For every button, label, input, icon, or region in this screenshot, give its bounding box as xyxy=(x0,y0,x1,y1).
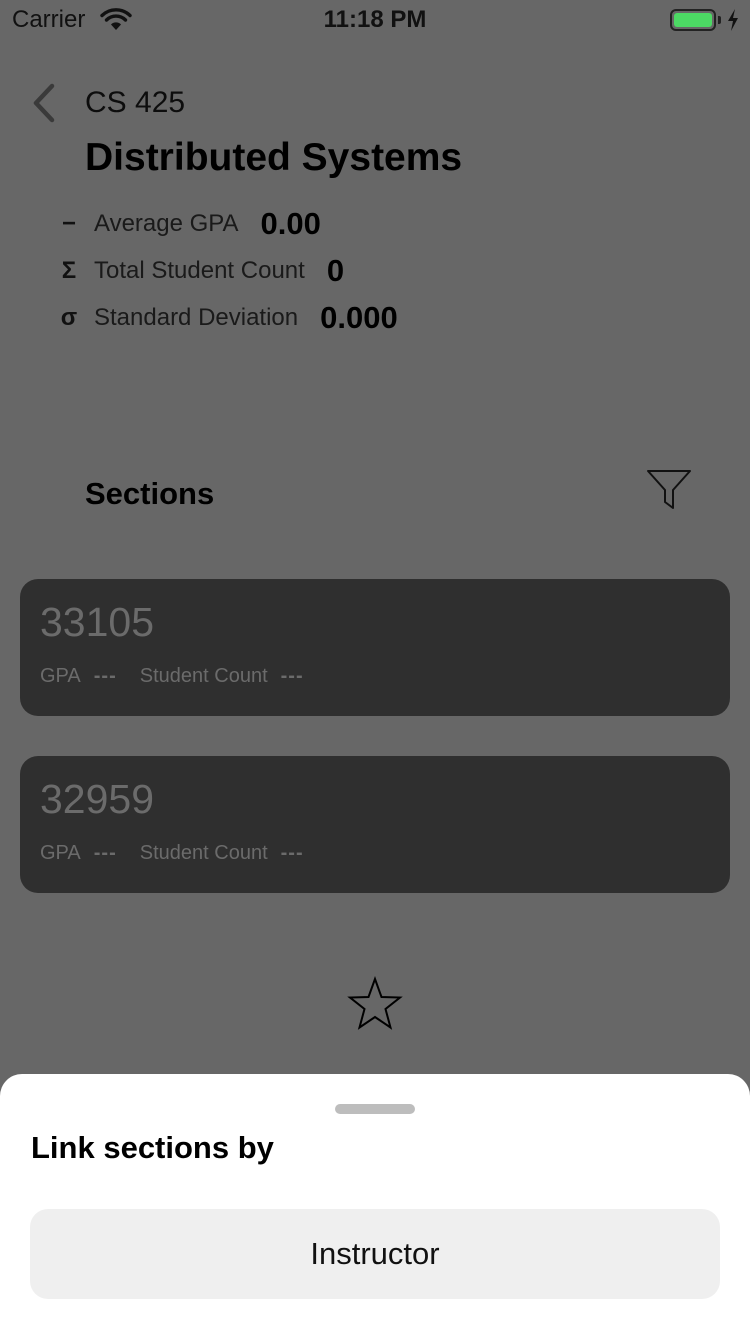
sheet-grabber[interactable] xyxy=(335,1104,415,1114)
section-card[interactable]: 32959 GPA --- Student Count --- xyxy=(20,756,730,893)
minus-icon: − xyxy=(61,210,76,237)
favorite-button[interactable] xyxy=(347,976,403,1032)
gpa-value: --- xyxy=(93,842,117,864)
stat-total-student-count: Σ Total Student Count 0 xyxy=(58,253,344,289)
stat-value: 0.000 xyxy=(320,300,398,335)
stat-label: Average GPA xyxy=(94,210,239,237)
sections-heading: Sections xyxy=(85,476,215,511)
stat-value: 0.00 xyxy=(260,206,321,241)
stat-value: 0 xyxy=(326,253,345,288)
sheet-title: Link sections by xyxy=(31,1130,274,1165)
section-meta: GPA --- Student Count --- xyxy=(40,665,304,688)
filter-icon xyxy=(647,470,691,509)
chevron-left-icon xyxy=(33,83,55,123)
filter-button[interactable] xyxy=(646,468,692,512)
sigma-lowercase-icon: σ xyxy=(60,304,78,331)
status-bar: Carrier 11:18 PM xyxy=(0,0,750,40)
battery-level xyxy=(674,13,712,27)
bottom-sheet: Link sections by Instructor xyxy=(0,1074,750,1334)
student-count-value: --- xyxy=(280,842,304,864)
clock: 11:18 PM xyxy=(323,6,427,33)
sigma-icon: Σ xyxy=(61,257,77,284)
battery-icon xyxy=(670,9,716,31)
instructor-option-button[interactable]: Instructor xyxy=(30,1209,720,1299)
back-button[interactable] xyxy=(28,82,62,124)
course-code: CS 425 xyxy=(85,86,186,119)
stat-average-gpa: − Average GPA 0.00 xyxy=(58,206,321,242)
gpa-label: GPA xyxy=(40,665,81,687)
star-outline-icon xyxy=(347,976,403,1030)
section-meta: GPA --- Student Count --- xyxy=(40,842,304,865)
battery-tip xyxy=(718,16,721,24)
section-number: 32959 xyxy=(40,776,155,822)
section-card[interactable]: 33105 GPA --- Student Count --- xyxy=(20,579,730,716)
stat-label: Total Student Count xyxy=(94,257,305,284)
gpa-value: --- xyxy=(93,665,117,687)
charging-bolt-icon xyxy=(728,9,738,31)
stat-standard-deviation: σ Standard Deviation 0.000 xyxy=(58,300,398,336)
section-number: 33105 xyxy=(40,599,155,645)
course-title: Distributed Systems xyxy=(85,136,463,179)
stat-label: Standard Deviation xyxy=(94,304,299,331)
gpa-label: GPA xyxy=(40,842,81,864)
student-count-label: Student Count xyxy=(139,665,268,687)
student-count-label: Student Count xyxy=(139,842,268,864)
student-count-value: --- xyxy=(280,665,304,687)
